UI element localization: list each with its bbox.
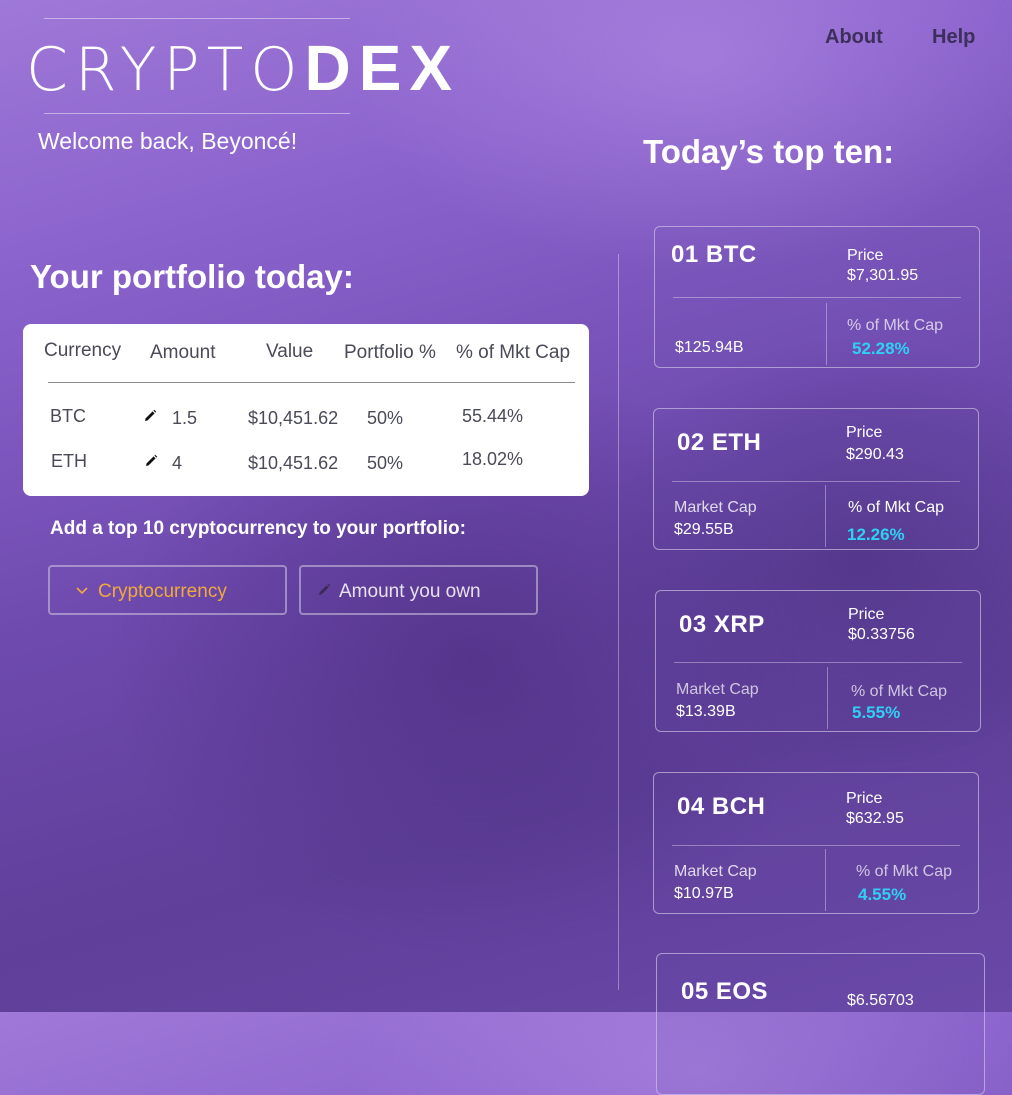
coin-card-xrp[interactable]: 03 XRP Price $0.33756 Market Cap $13.39B…: [655, 590, 981, 732]
price-label: Price: [846, 424, 883, 441]
cell-amount[interactable]: 4: [172, 453, 182, 474]
logo-text-light: CRYPTO: [26, 35, 305, 105]
cell-mkt-cap-pct: 55.44%: [462, 406, 524, 426]
portfolio-table: Currency Amount Value Portfolio % % of M…: [23, 324, 589, 496]
market-cap-label: Market Cap: [674, 499, 757, 516]
add-currency-label: Add a top 10 cryptocurrency to your port…: [50, 518, 466, 539]
nav-help-link[interactable]: Help: [932, 26, 975, 49]
logo-text-bold: DEX: [304, 32, 461, 104]
pencil-icon: [319, 583, 331, 595]
chevron-down-icon: [76, 587, 88, 595]
mkt-cap-pct-value: 52.28%: [852, 339, 910, 358]
coin-card-eos[interactable]: 05 EOS $6.56703: [656, 953, 985, 1095]
coin-title: 04 BCH: [677, 793, 766, 820]
coin-card-eth[interactable]: 02 ETH Price $290.43 Market Cap $29.55B …: [653, 408, 979, 550]
cell-mkt-cap-pct: 18.02%: [462, 449, 524, 469]
market-cap-label: Market Cap: [674, 863, 757, 880]
column-header-currency: Currency: [44, 340, 122, 361]
price-value: $7,301.95: [847, 267, 919, 284]
logo-rule-bottom: [44, 113, 350, 114]
price-value: $0.33756: [848, 626, 915, 643]
column-header-amount: Amount: [150, 342, 216, 363]
price-value: $632.95: [846, 810, 904, 827]
cell-portfolio-pct: 50%: [367, 408, 404, 428]
card-divider: [825, 849, 826, 911]
amount-owned-placeholder: Amount you own: [339, 581, 481, 602]
coin-card-bch[interactable]: 04 BCH Price $632.95 Market Cap $10.97B …: [653, 772, 979, 914]
column-header-portfolio-pct: Portfolio %: [344, 342, 436, 363]
price-value: $6.56703: [847, 992, 914, 1009]
price-label: Price: [847, 247, 884, 264]
market-cap-value: $29.55B: [674, 521, 734, 538]
cell-currency: BTC: [50, 406, 86, 426]
welcome-message: Welcome back, Beyoncé!: [38, 128, 298, 154]
card-divider: [826, 303, 827, 365]
market-cap-value: $10.97B: [674, 885, 734, 902]
card-divider: [674, 662, 962, 663]
table-header-divider: [48, 382, 575, 383]
pencil-icon[interactable]: [144, 454, 158, 468]
coin-card-btc[interactable]: 01 BTC Price $7,301.95 $125.94B % of Mkt…: [654, 226, 980, 368]
mkt-cap-pct-label: % of Mkt Cap: [848, 499, 945, 516]
app-logo: CRYPTODEX: [26, 36, 460, 102]
cell-portfolio-pct: 50%: [367, 453, 404, 473]
coin-title: 01 BTC: [671, 241, 757, 268]
mkt-cap-pct-label: % of Mkt Cap: [851, 683, 948, 700]
cell-amount[interactable]: 1.5: [172, 408, 197, 429]
price-label: Price: [848, 606, 885, 623]
mkt-cap-pct-label: % of Mkt Cap: [856, 863, 953, 880]
section-divider: [618, 254, 619, 990]
amount-owned-input[interactable]: Amount you own: [299, 565, 538, 615]
cell-value: $10,451.62: [248, 453, 339, 473]
mkt-cap-pct-value: 4.55%: [858, 885, 907, 904]
mkt-cap-pct-label: % of Mkt Cap: [847, 317, 944, 334]
coin-title: 03 XRP: [679, 611, 765, 638]
mkt-cap-pct-value: 5.55%: [852, 703, 901, 722]
coin-title: 02 ETH: [677, 429, 762, 456]
coin-title: 05 EOS: [681, 978, 769, 1005]
logo-rule-top: [44, 18, 350, 19]
pencil-icon[interactable]: [143, 409, 157, 423]
card-divider: [672, 481, 960, 482]
top-ten-heading: Today’s top ten:: [643, 133, 895, 170]
price-label: Price: [846, 790, 883, 807]
nav-about-link[interactable]: About: [825, 26, 883, 49]
cell-currency: ETH: [51, 451, 87, 471]
card-divider: [825, 485, 826, 547]
price-value: $290.43: [846, 446, 904, 463]
mkt-cap-pct-value: 12.26%: [847, 525, 905, 544]
column-header-value: Value: [266, 341, 314, 362]
card-divider: [672, 845, 960, 846]
market-cap-label: Market Cap: [676, 681, 759, 698]
cryptocurrency-select-placeholder: Cryptocurrency: [98, 581, 227, 602]
portfolio-heading: Your portfolio today:: [30, 258, 354, 295]
column-header-mkt-cap-pct: % of Mkt Cap: [456, 342, 571, 363]
market-cap-value: $13.39B: [676, 703, 736, 720]
cryptocurrency-select[interactable]: Cryptocurrency: [48, 565, 287, 615]
market-cap-value: $125.94B: [675, 339, 744, 356]
cell-value: $10,451.62: [248, 408, 339, 428]
card-divider: [673, 297, 961, 298]
card-divider: [827, 667, 828, 729]
